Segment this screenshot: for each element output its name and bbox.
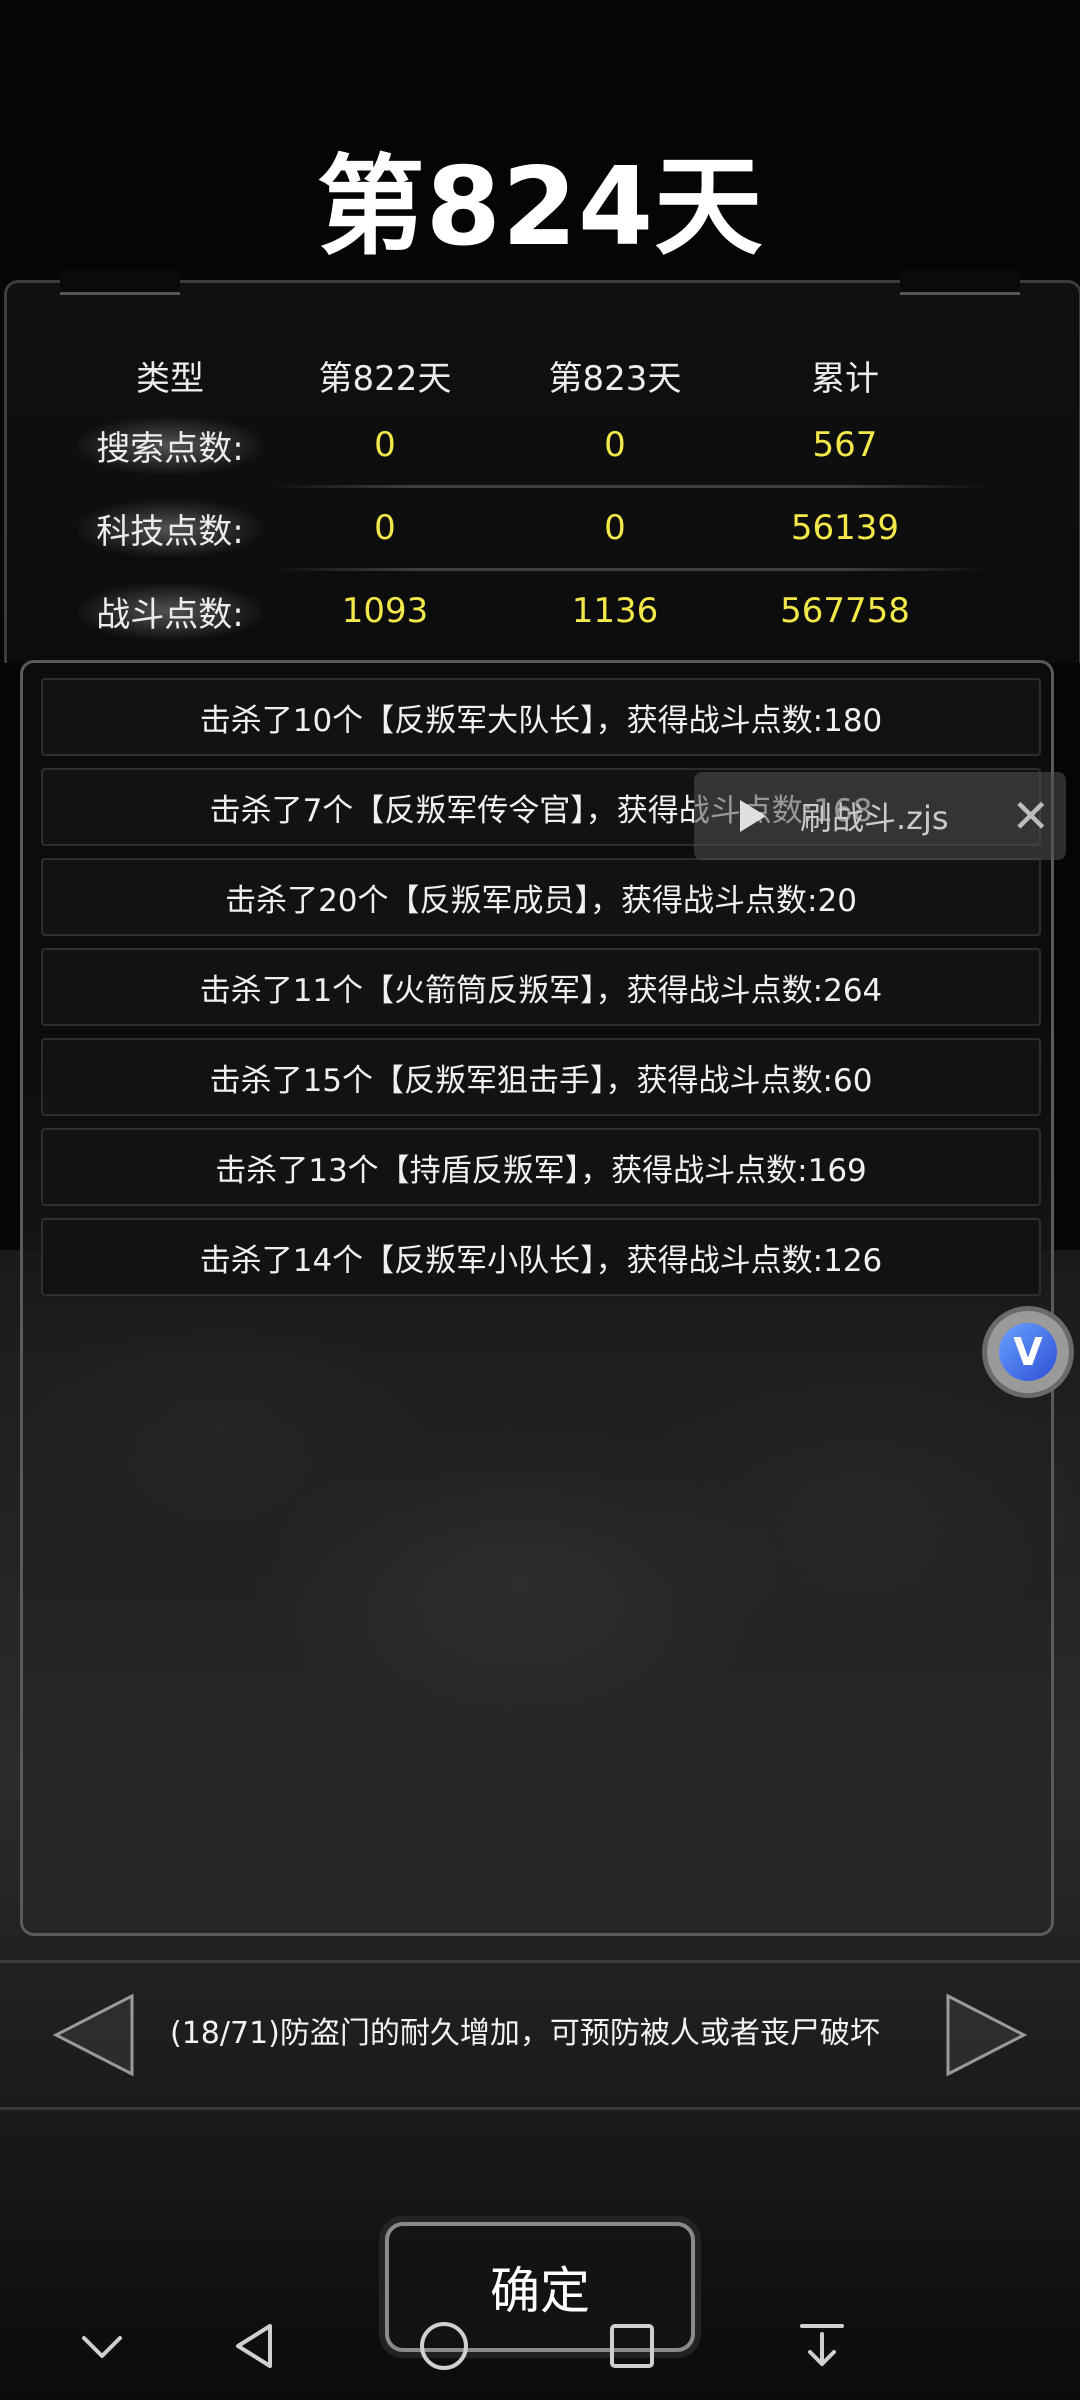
battle-total: 567758 xyxy=(780,591,910,631)
frame-notch-right xyxy=(900,270,1020,295)
play-icon[interactable] xyxy=(740,800,766,832)
row-label-battle: 战斗点数: xyxy=(78,582,262,640)
home-icon[interactable] xyxy=(414,2316,474,2376)
stats-header-row: 类型 第822天 第823天 累计 xyxy=(70,345,1010,405)
row-label-tech: 科技点数: xyxy=(78,499,262,557)
header-type: 类型 xyxy=(136,358,204,399)
list-item: 击杀了10个【反叛军大队长】，获得战斗点数:180 xyxy=(41,678,1041,756)
back-icon[interactable] xyxy=(226,2316,286,2376)
search-day822: 0 xyxy=(374,425,396,465)
system-navigation-bar xyxy=(0,2290,1080,2400)
tip-text: (18/71)防盗门的耐久增加，可预防被人或者丧尸破坏 xyxy=(170,2016,880,2051)
arrow-right-icon[interactable] xyxy=(940,1990,1030,2080)
frame-notch-left xyxy=(60,270,180,295)
list-item: 击杀了20个【反叛军成员】，获得战斗点数:20 xyxy=(41,858,1041,936)
list-item: 击杀了15个【反叛军狙击手】，获得战斗点数:60 xyxy=(41,1038,1041,1116)
row-label-search: 搜索点数: xyxy=(78,416,262,474)
arrow-left-icon[interactable] xyxy=(50,1990,140,2080)
list-item: 击杀了11个【火箭筒反叛军】，获得战斗点数:264 xyxy=(41,948,1041,1026)
close-icon[interactable]: ✕ xyxy=(1011,793,1050,839)
day-title: 第824天 xyxy=(316,145,764,270)
header-day823: 第823天 xyxy=(548,358,682,399)
collapse-icon[interactable] xyxy=(72,2316,132,2376)
list-item: 击杀了14个【反叛军小队长】，获得战斗点数:126 xyxy=(41,1218,1041,1296)
floating-assistant-bubble[interactable]: V xyxy=(982,1306,1074,1398)
stats-row-tech: 科技点数: 0 0 56139 xyxy=(70,488,1010,568)
search-day823: 0 xyxy=(604,425,626,465)
download-icon[interactable] xyxy=(792,2316,852,2376)
stats-table: 类型 第822天 第823天 累计 搜索点数: 0 0 567 科技点数: 0 … xyxy=(70,345,1010,651)
search-total: 567 xyxy=(812,425,878,465)
recents-icon[interactable] xyxy=(602,2316,662,2376)
stats-row-search: 搜索点数: 0 0 567 xyxy=(70,405,1010,485)
battle-day822: 1093 xyxy=(341,591,429,631)
header-day822: 第822天 xyxy=(318,358,452,399)
list-item: 击杀了13个【持盾反叛军】，获得战斗点数:169 xyxy=(41,1128,1041,1206)
script-name-label: 刷战斗.zjs xyxy=(800,799,949,837)
tech-total: 56139 xyxy=(790,508,900,548)
tech-day822: 0 xyxy=(374,508,396,548)
tip-bar: (18/71)防盗门的耐久增加，可预防被人或者丧尸破坏 xyxy=(0,1960,1080,2110)
header-total: 累计 xyxy=(811,358,879,399)
tech-day823: 0 xyxy=(604,508,626,548)
floating-script-widget[interactable]: 刷战斗.zjs ✕ xyxy=(694,772,1066,860)
stats-row-battle: 战斗点数: 1093 1136 567758 xyxy=(70,571,1010,651)
v-logo-icon: V xyxy=(999,1323,1057,1381)
battle-day823: 1136 xyxy=(571,591,659,631)
